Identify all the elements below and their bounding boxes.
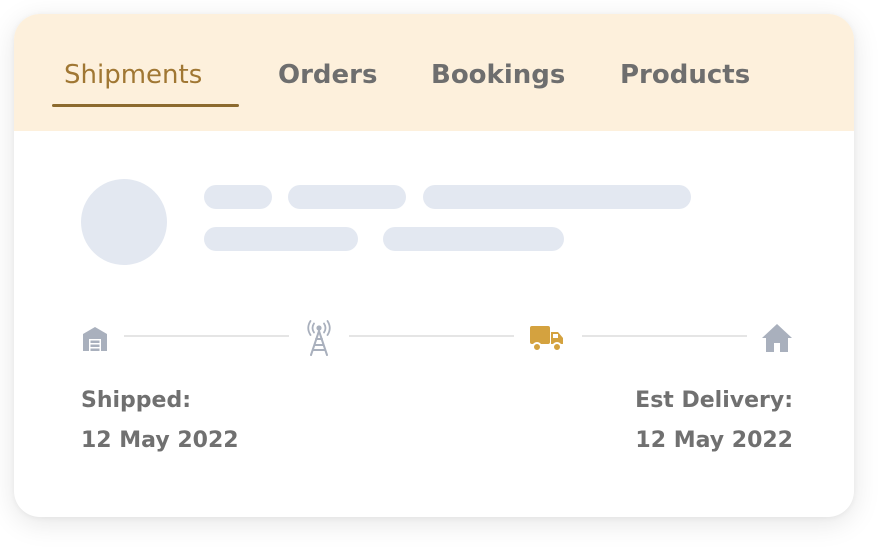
tab-orders[interactable]: Orders <box>278 58 377 92</box>
tab-bookings[interactable]: Bookings <box>431 58 565 92</box>
skeleton-line <box>204 227 358 251</box>
shipment-card: Shipments Orders Bookings Products Shipp… <box>14 14 854 517</box>
progress-segment <box>582 335 747 337</box>
skeleton-line <box>204 185 272 209</box>
home-icon <box>762 324 792 352</box>
tab-shipments[interactable]: Shipments <box>64 58 202 92</box>
tab-bar: Shipments Orders Bookings Products <box>14 14 854 131</box>
delivery-truck-icon <box>530 326 563 352</box>
skeleton-line <box>423 185 691 209</box>
tab-products[interactable]: Products <box>620 58 750 92</box>
progress-segment <box>124 335 289 337</box>
est-delivery-label: Est Delivery: <box>635 388 793 413</box>
progress-segment <box>349 335 514 337</box>
shipped-date: 12 May 2022 <box>81 428 239 453</box>
est-delivery-date: 12 May 2022 <box>635 428 793 453</box>
radio-tower-icon <box>307 320 331 356</box>
avatar-placeholder <box>81 179 167 265</box>
shipped-label: Shipped: <box>81 388 192 413</box>
skeleton-line <box>288 185 406 209</box>
active-tab-indicator <box>52 104 239 107</box>
warehouse-icon <box>83 327 107 351</box>
skeleton-line <box>383 227 564 251</box>
